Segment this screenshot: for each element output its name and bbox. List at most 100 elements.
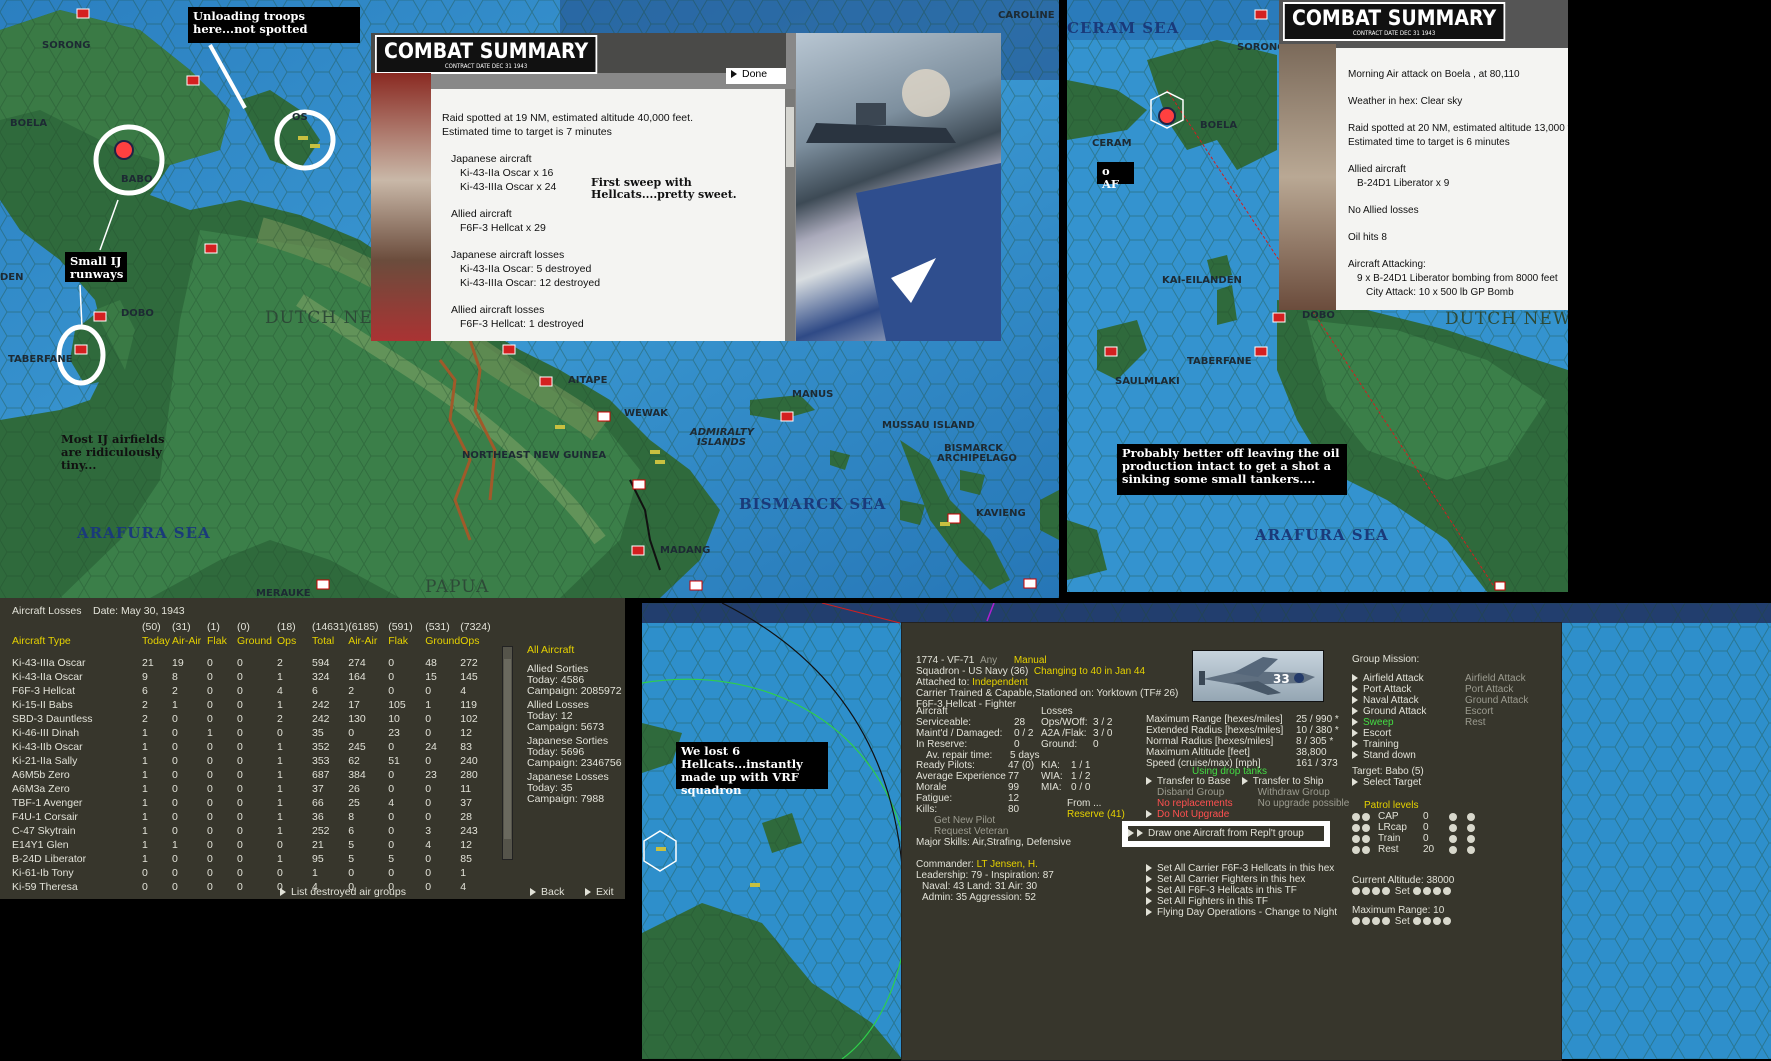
report-line: Allied aircraft losses bbox=[451, 304, 545, 316]
column-header[interactable]: Air-Air bbox=[172, 634, 207, 648]
column-header[interactable]: Ground bbox=[425, 634, 460, 648]
range-controls[interactable]: Set bbox=[1352, 916, 1453, 927]
patrol-increase-icon[interactable] bbox=[1449, 823, 1457, 832]
loss-cell: 0 bbox=[388, 825, 395, 837]
table-row[interactable]: F6F-3 Hellcat 6 2 0 0 4 6 2 0 0 4 bbox=[12, 684, 491, 698]
mission-stand-down[interactable]: Stand down bbox=[1352, 750, 1462, 761]
table-row[interactable]: TBF-1 Avenger 1 0 0 0 1 66 25 4 0 37 bbox=[12, 796, 491, 810]
table-row[interactable]: F4U-1 Corsair 1 0 0 0 1 36 8 0 0 28 bbox=[12, 810, 491, 824]
column-header[interactable]: Today bbox=[142, 634, 172, 648]
done-button[interactable]: Done bbox=[726, 68, 786, 84]
do-not-upgrade-button[interactable]: Do Not Upgrade bbox=[1146, 809, 1229, 820]
column-header[interactable]: Ops bbox=[277, 634, 312, 648]
commander-name[interactable]: LT Jensen, H. bbox=[977, 859, 1038, 870]
patrol-increase-icon[interactable] bbox=[1467, 845, 1475, 854]
request-veteran-button[interactable]: Request Veteran bbox=[916, 826, 1041, 837]
mission-ground-attack[interactable]: Ground Attack bbox=[1352, 706, 1462, 717]
transfer-base-button[interactable]: Transfer to Base bbox=[1146, 776, 1231, 787]
note-first-sweep: First sweep with Hellcats....pretty swee… bbox=[591, 176, 737, 201]
select-target-button[interactable]: Select Target bbox=[1352, 777, 1424, 788]
loss-cell: 353 bbox=[312, 755, 330, 767]
aircraft-type-cell: Ki-59 Theresa bbox=[12, 881, 78, 893]
patrol-decrease-icon[interactable] bbox=[1362, 812, 1370, 821]
svg-text:MADANG: MADANG bbox=[660, 545, 710, 556]
patrol-increase-icon[interactable] bbox=[1467, 834, 1475, 843]
table-row[interactable]: Ki-43-IIIa Oscar 21 19 0 0 2 594 274 0 48 272 bbox=[12, 656, 491, 670]
mission-escort[interactable]: Escort bbox=[1352, 728, 1462, 739]
list-destroyed-button[interactable]: List destroyed air groups bbox=[280, 886, 406, 898]
draw-one-aircraft-button[interactable]: Draw one Aircraft from Repl't group bbox=[1128, 826, 1324, 841]
mission-airfield-attack[interactable]: Airfield Attack bbox=[1352, 673, 1462, 684]
patrol-decrease-icon[interactable] bbox=[1362, 823, 1370, 832]
table-row[interactable]: Ki-15-II Babs 2 1 0 0 1 242 17 105 1 119 bbox=[12, 698, 491, 712]
table-row[interactable]: C-47 Skytrain 1 0 0 0 1 252 6 0 3 243 bbox=[12, 824, 491, 838]
patrol-row[interactable]: CAP 0 bbox=[1352, 811, 1477, 822]
attached-to[interactable]: Independent bbox=[972, 677, 1028, 688]
table-row[interactable]: Ki-46-III Dinah 1 0 1 0 0 35 0 23 0 12 bbox=[12, 726, 491, 740]
patrol-increase-icon[interactable] bbox=[1467, 812, 1475, 821]
patrol-increase-icon[interactable] bbox=[1449, 834, 1457, 843]
table-row[interactable]: SBD-3 Dauntless 2 0 0 0 2 242 130 10 0 102 bbox=[12, 712, 491, 726]
patrol-increase-icon[interactable] bbox=[1449, 812, 1457, 821]
patrol-decrease-icon[interactable] bbox=[1352, 834, 1360, 843]
table-row[interactable]: Ki-43-IIb Oscar 1 0 0 0 1 352 245 0 24 83 bbox=[12, 740, 491, 754]
table-row[interactable]: E14Y1 Glen 1 1 0 0 0 21 5 0 4 12 bbox=[12, 838, 491, 852]
get-new-pilot-button[interactable]: Get New Pilot bbox=[916, 815, 1041, 826]
loss-cell: 12 bbox=[460, 727, 472, 739]
altitude-controls[interactable]: Set bbox=[1352, 886, 1454, 897]
column-header[interactable]: Flak bbox=[207, 634, 237, 648]
svg-text:MANUS: MANUS bbox=[792, 389, 833, 400]
patrol-decrease-icon[interactable] bbox=[1352, 823, 1360, 832]
loss-cell: 252 bbox=[312, 825, 330, 837]
table-row[interactable]: Ki-61-Ib Tony 0 0 0 0 0 1 0 0 0 1 bbox=[12, 866, 491, 880]
note-airfields-tiny: Most IJ airfields are ridiculously tiny.… bbox=[61, 432, 165, 472]
mission-naval-attack[interactable]: Naval Attack bbox=[1352, 695, 1462, 706]
patrol-increase-icon[interactable] bbox=[1449, 845, 1457, 854]
patrol-decrease-icon[interactable] bbox=[1362, 834, 1370, 843]
table-row[interactable]: A6M3a Zero 1 0 0 0 1 37 26 0 0 11 bbox=[12, 782, 491, 796]
loss-cell: 242 bbox=[312, 699, 330, 711]
set-all-action[interactable]: Flying Day Operations - Change to Night bbox=[1146, 907, 1337, 918]
column-header[interactable]: Flak bbox=[388, 634, 425, 648]
loss-cell: 687 bbox=[312, 769, 330, 781]
exit-button[interactable]: Exit bbox=[585, 886, 614, 898]
set-all-action[interactable]: Set All F6F-3 Hellcats in this TF bbox=[1146, 885, 1337, 896]
disband-group-button[interactable]: Disband Group bbox=[1157, 787, 1224, 798]
mission-training[interactable]: Training bbox=[1352, 739, 1462, 750]
stat-label: Extended Radius [hexes/miles] bbox=[1146, 725, 1284, 736]
back-button[interactable]: Back bbox=[530, 886, 564, 898]
all-aircraft-link[interactable]: All Aircraft bbox=[527, 645, 622, 656]
column-header[interactable]: Total bbox=[312, 634, 348, 648]
patrol-decrease-icon[interactable] bbox=[1362, 845, 1370, 854]
patrol-row[interactable]: LRcap 0 bbox=[1352, 822, 1477, 833]
column-header[interactable]: Air-Air bbox=[348, 634, 388, 648]
manual-toggle[interactable]: Manual bbox=[1014, 655, 1047, 666]
mission-port-attack[interactable]: Port Attack bbox=[1352, 684, 1462, 695]
table-row[interactable]: A6M5b Zero 1 0 0 0 1 687 384 0 23 280 bbox=[12, 768, 491, 782]
patrol-row[interactable]: Rest 20 bbox=[1352, 844, 1477, 855]
no-replacements-button[interactable]: No replacements bbox=[1157, 798, 1233, 809]
aircraft-type-cell: B-24D Liberator bbox=[12, 853, 87, 865]
column-header[interactable]: Aircraft Type bbox=[12, 634, 142, 648]
table-row[interactable]: Ki-43-IIa Oscar 9 8 0 0 1 324 164 0 15 145 bbox=[12, 670, 491, 684]
patrol-row[interactable]: Train 0 bbox=[1352, 833, 1477, 844]
set-all-action[interactable]: Set All Fighters in this TF bbox=[1146, 896, 1337, 907]
patrol-increase-icon[interactable] bbox=[1467, 823, 1475, 832]
set-all-action[interactable]: Set All Carrier F6F-3 Hellcats in this h… bbox=[1146, 863, 1337, 874]
patrol-decrease-icon[interactable] bbox=[1352, 845, 1360, 854]
hellcat-icon: 33 bbox=[1199, 657, 1315, 695]
table-row[interactable]: B-24D Liberator 1 0 0 0 1 95 5 5 0 85 bbox=[12, 852, 491, 866]
svg-text:ARAFURA SEA: ARAFURA SEA bbox=[76, 524, 211, 542]
mission-sweep[interactable]: Sweep bbox=[1352, 717, 1462, 728]
transfer-ship-button[interactable]: Transfer to Ship bbox=[1241, 776, 1323, 787]
set-all-action[interactable]: Set All Carrier Fighters in this hex bbox=[1146, 874, 1337, 885]
column-header[interactable]: Ground bbox=[237, 634, 277, 648]
combat-scrollbar[interactable] bbox=[785, 89, 795, 341]
withdraw-group-button[interactable]: Withdraw Group bbox=[1258, 787, 1330, 798]
column-header[interactable]: Ops bbox=[460, 634, 490, 648]
table-row[interactable]: Ki-59 Theresa 0 0 0 0 0 4 0 0 0 4 bbox=[12, 880, 491, 894]
losses-scrollbar[interactable] bbox=[502, 646, 513, 860]
table-row[interactable]: Ki-21-IIa Sally 1 0 0 0 1 353 62 51 0 240 bbox=[12, 754, 491, 768]
patrol-decrease-icon[interactable] bbox=[1352, 812, 1360, 821]
reserve-link[interactable]: Reserve (41) bbox=[1067, 809, 1125, 820]
